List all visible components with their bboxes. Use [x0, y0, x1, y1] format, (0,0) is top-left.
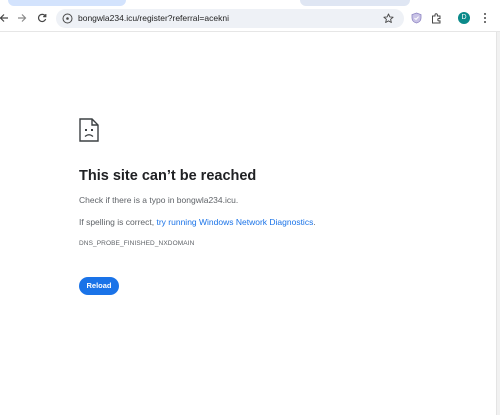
url-text[interactable]: bongwla234.icu/register?referral=acekni — [78, 12, 229, 25]
forward-button[interactable] — [14, 10, 30, 26]
browser-toolbar: bongwla234.icu/register?referral=acekni … — [0, 6, 500, 32]
address-bar[interactable]: bongwla234.icu/register?referral=acekni — [56, 9, 404, 28]
reload-button[interactable] — [34, 10, 50, 26]
three-dots-menu-icon[interactable] — [478, 10, 492, 26]
reload-page-button[interactable]: Reload — [79, 277, 119, 295]
error-title: This site can’t be reached — [79, 168, 257, 184]
puzzle-extensions-icon — [431, 12, 440, 23]
shield-extension-icon — [411, 12, 421, 24]
diagnostics-suggestion: If spelling is correct, try running Wind… — [79, 217, 316, 227]
diagnostics-prefix: If spelling is correct, — [79, 217, 157, 227]
arrow-left-icon — [0, 14, 8, 22]
arrow-right-icon — [18, 14, 27, 22]
error-code: DNS_PROBE_FINISHED_NXDOMAIN — [79, 240, 195, 247]
profile-avatar[interactable]: D — [458, 12, 470, 24]
sad-page-icon — [79, 118, 99, 142]
typo-suggestion: Check if there is a typo in bongwla234.i… — [79, 195, 239, 205]
bookmark-button[interactable] — [381, 11, 395, 25]
star-icon — [382, 12, 394, 23]
diagnostics-suffix: . — [313, 217, 316, 227]
shield-extension-button[interactable] — [408, 10, 424, 26]
site-info-button[interactable] — [61, 12, 74, 25]
back-button[interactable] — [0, 10, 12, 26]
site-info-icon — [62, 13, 73, 24]
side-panel-edge — [496, 32, 500, 415]
reload-icon — [37, 13, 47, 23]
network-diagnostics-link[interactable]: try running Windows Network Diagnostics — [156, 217, 313, 227]
extensions-button[interactable] — [428, 10, 444, 26]
